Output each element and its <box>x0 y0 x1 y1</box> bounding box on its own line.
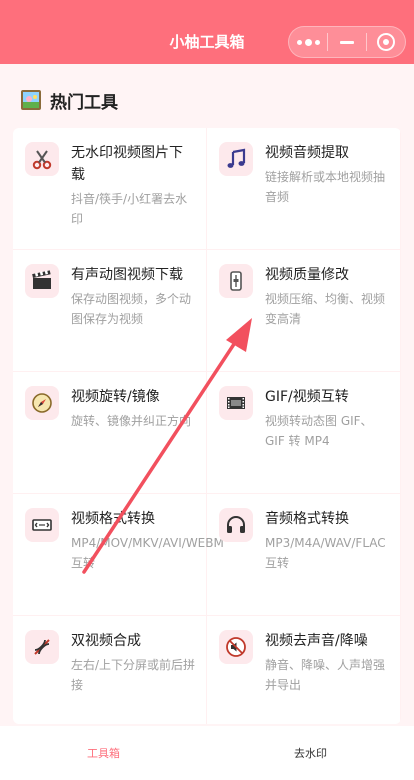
film-strip-icon <box>219 386 253 420</box>
tool-desc: 保存动图视频，多个动图保存为视频 <box>71 292 192 326</box>
headphones-icon <box>219 508 253 542</box>
compass-icon <box>25 386 59 420</box>
tool-desc: 抖音/筷手/小红署去水印 <box>71 192 188 226</box>
tool-card-remove-audio[interactable]: 视频去声音/降噪 静音、降噪、人声增强并导出 <box>207 616 401 724</box>
tab-bar: 工具箱 去水印 <box>0 726 414 780</box>
tool-name: 音频格式转换 <box>265 511 349 527</box>
tool-name: 视频旋转/镜像 <box>71 389 160 405</box>
tool-card-gif-video-download[interactable]: 有声动图视频下载 保存动图视频，多个动图保存为视频 <box>13 250 207 372</box>
tab-watermark-removal[interactable]: 去水印 <box>207 726 414 780</box>
minus-icon <box>340 40 354 44</box>
tool-name: 视频去声音/降噪 <box>265 633 368 649</box>
tool-name: 视频格式转换 <box>71 511 155 527</box>
tool-desc: 静音、降噪、人声增强并导出 <box>265 658 386 692</box>
tool-name: 无水印视频图片下载 <box>71 145 183 183</box>
clapperboard-icon <box>25 264 59 298</box>
tool-card-rotate-mirror[interactable]: 视频旋转/镜像 旋转、镜像并纠正方向 <box>13 372 207 494</box>
minimize-button[interactable] <box>328 27 366 57</box>
mini-program-capsule <box>288 26 406 58</box>
tool-desc: 旋转、镜像并纠正方向 <box>71 414 192 428</box>
tool-name: GIF/视频互转 <box>265 389 349 405</box>
tool-card-video-quality[interactable]: 视频质量修改 视频压缩、均衡、视频变高清 <box>207 250 401 372</box>
tab-toolbox[interactable]: 工具箱 <box>0 726 207 780</box>
more-dots-icon <box>296 38 320 46</box>
tool-card-watermark-download[interactable]: 无水印视频图片下载 抖音/筷手/小红署去水印 <box>13 128 207 250</box>
tool-name: 有声动图视频下载 <box>71 267 183 283</box>
section-title: 热门工具 <box>50 92 118 113</box>
video-format-icon <box>25 508 59 542</box>
tool-card-gif-convert[interactable]: GIF/视频互转 视频转动态图 GIF、GIF 转 MP4 <box>207 372 401 494</box>
app-title: 小柚工具箱 <box>169 32 245 51</box>
tool-desc: 左右/上下分屏或前后拼接 <box>71 658 196 692</box>
dna-icon <box>25 630 59 664</box>
tool-card-audio-extract[interactable]: 视频音频提取 链接解析或本地视频抽音频 <box>207 128 401 250</box>
tool-name: 视频音频提取 <box>265 145 349 161</box>
tool-name: 双视频合成 <box>71 633 141 649</box>
section-header: 热门工具 <box>20 88 118 113</box>
close-mini-program-button[interactable] <box>367 27 405 57</box>
navigation-bar: 小柚工具箱 <box>0 0 414 64</box>
tool-card-dual-video[interactable]: 双视频合成 左右/上下分屏或前后拼接 <box>13 616 207 724</box>
target-icon <box>377 33 395 51</box>
tool-desc: 视频转动态图 GIF、GIF 转 MP4 <box>265 414 373 448</box>
picture-icon <box>21 90 41 110</box>
tool-desc: MP4/MOV/MKV/AVI/WEBM 互转 <box>71 536 224 570</box>
music-note-icon <box>219 142 253 176</box>
tool-desc: MP3/M4A/WAV/FLAC 互转 <box>265 536 386 570</box>
tool-desc: 链接解析或本地视频抽音频 <box>265 170 386 204</box>
tool-card-video-format[interactable]: 视频格式转换 MP4/MOV/MKV/AVI/WEBM 互转 <box>13 494 224 616</box>
tool-card-audio-format[interactable]: 音频格式转换 MP3/M4A/WAV/FLAC 互转 <box>207 494 401 616</box>
scissors-icon <box>25 142 59 176</box>
mute-icon <box>219 630 253 664</box>
phone-slider-icon <box>219 264 253 298</box>
tool-name: 视频质量修改 <box>265 267 349 283</box>
more-button[interactable] <box>289 27 327 57</box>
tools-grid: 无水印视频图片下载 抖音/筷手/小红署去水印 视频音频提取 链接解析或本地视频抽… <box>13 128 401 724</box>
tool-desc: 视频压缩、均衡、视频变高清 <box>265 292 386 326</box>
